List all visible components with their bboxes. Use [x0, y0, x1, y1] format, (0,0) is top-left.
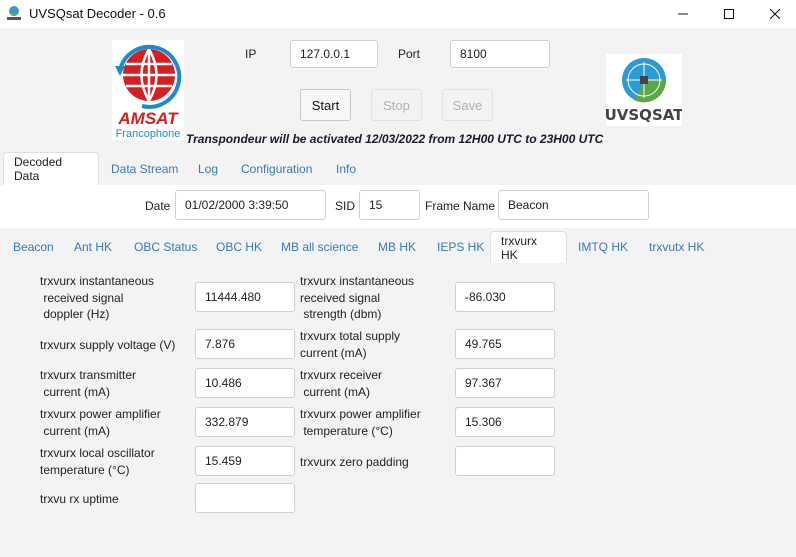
field-value[interactable]: 10.486: [195, 368, 295, 398]
field-label: trxvurx power amplifier temperature (°C): [300, 407, 421, 438]
field-value[interactable]: [195, 483, 295, 513]
tab-configuration[interactable]: Configuration: [231, 152, 322, 185]
field-value[interactable]: 7.876: [195, 329, 295, 359]
start-button[interactable]: Start: [300, 89, 351, 121]
port-label: Port: [398, 47, 421, 61]
field-label: trxvurx instantaneous received signal do…: [40, 274, 155, 321]
subtab-imtq-hk[interactable]: IMTQ HK: [568, 231, 638, 263]
close-button[interactable]: [752, 0, 796, 28]
field-value[interactable]: -86.030: [455, 282, 555, 312]
save-button[interactable]: Save: [442, 89, 493, 121]
subtab-beacon[interactable]: Beacon: [3, 231, 64, 263]
tab-decoded-data[interactable]: Decoded Data: [3, 152, 99, 185]
frame-name-label: Frame Name: [425, 199, 496, 213]
field-label: trxvurx power amplifier current (mA): [40, 407, 161, 438]
field-value[interactable]: 15.459: [195, 446, 295, 476]
transponder-banner: Transpondeur will be activated 12/03/202…: [186, 132, 604, 146]
port-input[interactable]: 8100: [450, 40, 550, 68]
trxvurx-hk-panel: trxvurx instantaneous received signal do…: [0, 263, 796, 557]
close-icon: [770, 9, 780, 19]
subtab-ant-hk[interactable]: Ant HK: [64, 231, 122, 263]
field-value[interactable]: 11444.480: [195, 282, 295, 312]
frame-type-tab-bar: Beacon Ant HK OBC Status OBC HK MB all s…: [0, 228, 796, 263]
minimize-icon: [678, 13, 688, 15]
subtab-mb-hk[interactable]: MB HK: [368, 231, 426, 263]
field-label: trxvurx instantaneous received signal st…: [300, 274, 415, 321]
minimize-button[interactable]: [660, 0, 706, 28]
field-value[interactable]: 97.367: [455, 368, 555, 398]
subtab-ieps-hk[interactable]: IEPS HK: [427, 231, 494, 263]
amsat-logo-text: AMSAT: [117, 109, 179, 128]
uvsqsat-logo: UVSQSAT: [605, 54, 684, 126]
field-value[interactable]: [455, 446, 555, 476]
francophone-logo-text: Francophone: [116, 128, 181, 140]
field-value[interactable]: 332.879: [195, 407, 295, 437]
subtab-trxvurx-hk[interactable]: trxvurx HK: [490, 231, 567, 263]
date-label: Date: [145, 199, 171, 213]
field-value[interactable]: 15.306: [455, 407, 555, 437]
field-label: trxvurx receiver current (mA): [300, 368, 383, 399]
tab-info[interactable]: Info: [326, 152, 366, 185]
uvsqsat-app-icon: [7, 6, 21, 20]
uvsqsat-logo-text: UVSQSAT: [606, 106, 682, 124]
ip-label: IP: [245, 47, 257, 61]
subtab-mb-all-science[interactable]: MB all science: [271, 231, 368, 263]
tab-log[interactable]: Log: [188, 152, 228, 185]
amsat-globe-icon: AMSAT Francophone: [115, 44, 182, 140]
subtab-trxvutx-hk[interactable]: trxvutx HK: [639, 231, 714, 263]
field-label: trxvurx local oscillator temperature (°C…: [40, 446, 155, 477]
field-label: trxvu rx uptime: [40, 492, 119, 506]
amsat-francophone-logo: AMSAT Francophone: [112, 40, 184, 140]
stop-button[interactable]: Stop: [371, 89, 422, 121]
field-label: trxvurx supply voltage (V): [40, 338, 176, 352]
field-label: trxvurx zero padding: [300, 455, 409, 469]
main-tab-bar: Decoded Data Data Stream Log Configurati…: [0, 152, 796, 185]
field-value[interactable]: 49.765: [455, 329, 555, 359]
maximize-button[interactable]: [706, 0, 752, 28]
date-field[interactable]: 01/02/2000 3:39:50: [175, 190, 326, 220]
sid-field[interactable]: 15: [359, 190, 420, 220]
maximize-icon: [724, 9, 734, 19]
frame-info-row: Date 01/02/2000 3:39:50 SID 15 Frame Nam…: [0, 185, 796, 228]
field-label: trxvurx transmitter current (mA): [40, 368, 137, 399]
uvsqsat-globe-icon: UVSQSAT: [605, 58, 684, 124]
ip-input[interactable]: 127.0.0.1: [290, 40, 378, 68]
title-bar: UVSQsat Decoder - 0.6: [0, 0, 796, 28]
subtab-obc-status[interactable]: OBC Status: [124, 231, 207, 263]
window-title: UVSQsat Decoder - 0.6: [29, 6, 166, 21]
tab-data-stream[interactable]: Data Stream: [101, 152, 188, 185]
subtab-obc-hk[interactable]: OBC HK: [206, 231, 272, 263]
frame-name-field[interactable]: Beacon: [498, 190, 649, 220]
field-label: trxvurx total supply current (mA): [300, 329, 401, 360]
sid-label: SID: [335, 199, 356, 213]
